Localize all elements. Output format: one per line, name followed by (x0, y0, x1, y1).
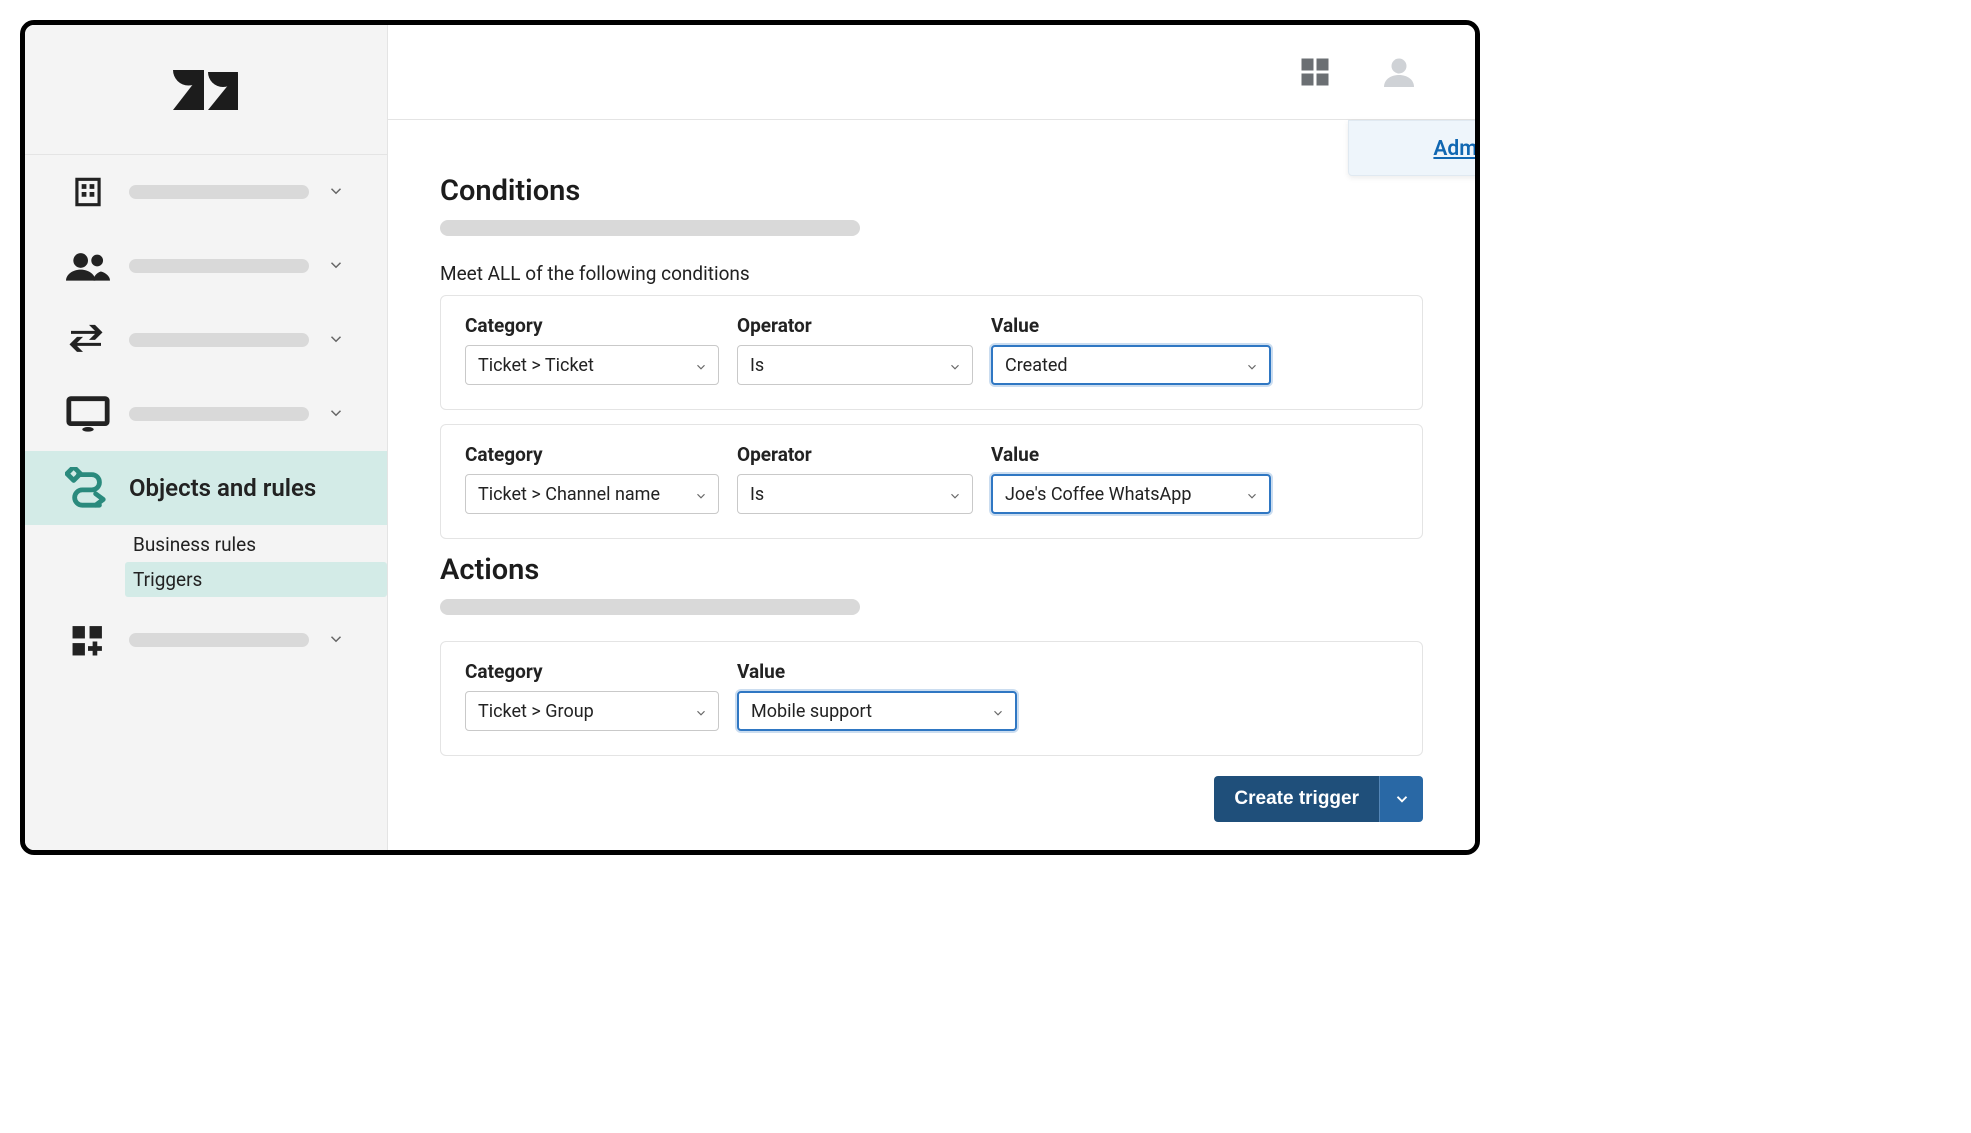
select-value: Mobile support (751, 701, 872, 722)
topbar (388, 25, 1475, 120)
sidebar-item-people[interactable] (25, 229, 387, 303)
category-select[interactable]: Ticket > Channel name (465, 474, 719, 514)
chevron-down-icon (694, 704, 708, 718)
products-dropdown-panel: Admin Center (1348, 120, 1480, 176)
sidebar-sub-triggers[interactable]: Triggers (125, 562, 387, 597)
meet-all-label: Meet ALL of the following conditions (440, 262, 1423, 285)
operator-label: Operator (737, 443, 973, 466)
conditions-description-placeholder (440, 220, 860, 236)
create-trigger-button[interactable]: Create trigger (1214, 776, 1379, 822)
main: Admin Center Conditions Meet ALL of the … (388, 25, 1475, 850)
sidebar-item-label: Objects and rules (129, 474, 316, 502)
routing-icon (65, 465, 111, 511)
operator-label: Operator (737, 314, 973, 337)
chevron-down-icon (1393, 790, 1411, 808)
chevron-down-icon (327, 330, 347, 350)
apps-grid-icon[interactable] (1295, 52, 1335, 92)
category-label: Category (465, 443, 719, 466)
user-avatar-icon[interactable] (1379, 52, 1419, 92)
select-value: Ticket > Ticket (478, 355, 594, 376)
footer: Create trigger (1214, 776, 1423, 822)
sidebar-placeholder (129, 333, 309, 347)
action-row: Category Ticket > Group Value Mobile sup… (440, 641, 1423, 756)
category-label: Category (465, 314, 719, 337)
value-select[interactable]: Mobile support (737, 691, 1017, 731)
chevron-down-icon (327, 182, 347, 202)
sidebar-item-transfer[interactable] (25, 303, 387, 377)
zendesk-logo-icon (173, 70, 239, 120)
value-label: Value (991, 443, 1271, 466)
monitor-icon (65, 391, 111, 437)
value-select[interactable]: Joe's Coffee WhatsApp (991, 474, 1271, 514)
select-value: Is (750, 355, 764, 376)
sidebar-placeholder (129, 407, 309, 421)
chevron-down-icon (327, 630, 347, 650)
people-icon (65, 243, 111, 289)
content: Conditions Meet ALL of the following con… (388, 120, 1475, 756)
select-value: Ticket > Channel name (478, 484, 660, 505)
sidebar-item-apps[interactable] (25, 603, 387, 677)
category-select[interactable]: Ticket > Group (465, 691, 719, 731)
sidebar-item-workspace[interactable] (25, 377, 387, 451)
operator-select[interactable]: Is (737, 345, 973, 385)
chevron-down-icon (694, 487, 708, 501)
chevron-down-icon (948, 358, 962, 372)
app-frame: Objects and rules Business rules Trigger… (20, 20, 1480, 855)
select-value: Created (1005, 355, 1068, 376)
select-value: Joe's Coffee WhatsApp (1005, 484, 1191, 505)
sidebar: Objects and rules Business rules Trigger… (25, 25, 388, 850)
actions-heading: Actions (440, 553, 1423, 587)
actions-description-placeholder (440, 599, 860, 615)
apps-add-icon (65, 617, 111, 663)
arrows-transfer-icon (65, 317, 111, 363)
sidebar-placeholder (129, 633, 309, 647)
condition-row: Category Ticket > Channel name Operator … (440, 424, 1423, 539)
chevron-down-icon (1245, 487, 1259, 501)
sidebar-sub-business-rules[interactable]: Business rules (125, 527, 387, 562)
chevron-down-icon (327, 256, 347, 276)
conditions-heading: Conditions (440, 174, 1423, 208)
chevron-down-icon (694, 358, 708, 372)
chevron-down-icon (327, 404, 347, 424)
sidebar-subnav: Business rules Triggers (25, 525, 387, 603)
chevron-down-icon (991, 704, 1005, 718)
value-label: Value (991, 314, 1271, 337)
value-label: Value (737, 660, 1017, 683)
value-select[interactable]: Created (991, 345, 1271, 385)
category-label: Category (465, 660, 719, 683)
chevron-down-icon (948, 487, 962, 501)
building-icon (65, 169, 111, 215)
create-trigger-split-button[interactable] (1379, 776, 1423, 822)
sidebar-placeholder (129, 185, 309, 199)
logo (25, 35, 387, 155)
operator-select[interactable]: Is (737, 474, 973, 514)
select-value: Ticket > Group (478, 701, 594, 722)
condition-row: Category Ticket > Ticket Operator Is (440, 295, 1423, 410)
sidebar-item-objects-and-rules[interactable]: Objects and rules (25, 451, 387, 525)
sidebar-placeholder (129, 259, 309, 273)
chevron-down-icon (1245, 358, 1259, 372)
select-value: Is (750, 484, 764, 505)
admin-center-link[interactable]: Admin Center (1433, 137, 1480, 161)
category-select[interactable]: Ticket > Ticket (465, 345, 719, 385)
sidebar-item-company[interactable] (25, 155, 387, 229)
